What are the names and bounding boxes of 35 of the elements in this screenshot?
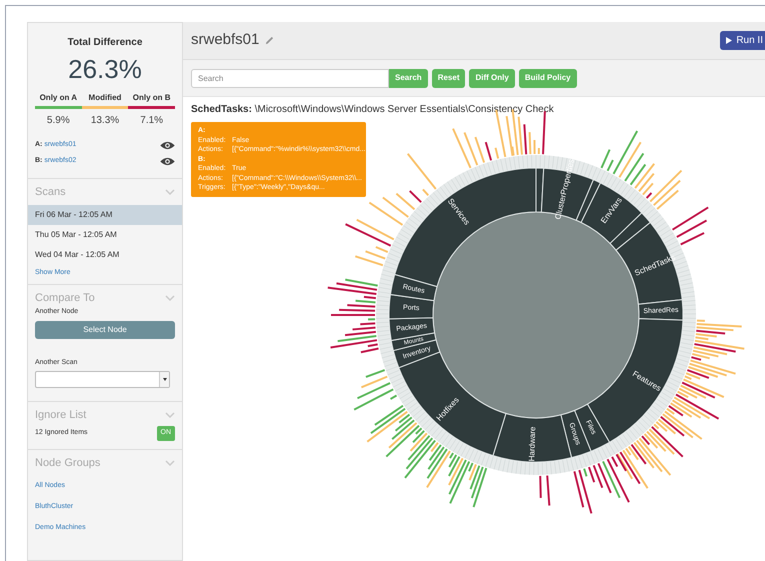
legend-value: 13.3% [90,114,120,128]
scan-dropdown[interactable] [35,371,170,388]
legend-label: Only on A [40,92,78,104]
legend-value: 5.9% [46,114,70,128]
node-title: srwebfs01 [191,30,260,50]
play-icon [726,37,732,44]
chevron-down-icon[interactable] [165,295,175,301]
scan-item[interactable]: Wed 04 Mar - 12:05 AM [28,245,182,265]
search-field[interactable]: Search [191,68,389,88]
eye-icon[interactable] [160,140,175,150]
segment-label: Hardware [527,426,538,462]
toolbar-button[interactable]: Search [389,68,428,88]
selected-path: SchedTasks: \Microsoft\Windows\Windows Server Essentials\Consistency Check [191,103,554,117]
toolbar-button[interactable]: Reset [432,68,466,88]
chevron-down-icon[interactable] [165,460,175,466]
section-title: Compare To [35,290,95,306]
scan-item[interactable]: Thu 05 Mar - 12:05 AM [28,225,182,245]
scan-item[interactable]: Fri 06 Mar - 12:05 AM [28,205,182,225]
select-node-button[interactable]: Select Node [35,320,175,338]
chevron-down-icon[interactable] [165,189,175,195]
eye-icon[interactable] [160,156,175,166]
section-title: Ignore List [35,408,86,423]
edit-icon[interactable] [265,36,274,45]
total-difference: 26.3% [67,53,143,86]
chevron-down-icon[interactable] [165,412,175,418]
section-title: Scans [35,184,66,200]
section-title: Node Groups [35,456,100,471]
legend-label: Only on B [132,92,171,104]
toolbar-button[interactable]: Diff Only [469,68,515,88]
legend-label: Modified [88,92,122,104]
legend-value: 7.1% [140,114,164,128]
toolbar-button[interactable]: Build Policy [518,68,577,88]
summary-title: Total Difference [66,36,144,50]
run-button[interactable]: Run II [720,31,765,50]
caret-icon [162,378,166,381]
